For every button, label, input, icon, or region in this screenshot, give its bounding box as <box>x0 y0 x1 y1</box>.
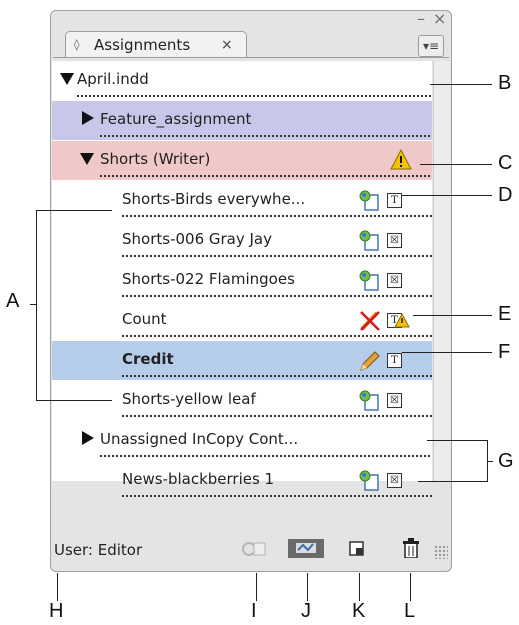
callout-line-c <box>420 164 492 165</box>
story-label: Credit <box>122 350 174 368</box>
update-assignment-button[interactable] <box>287 538 325 558</box>
list-item-unassigned[interactable]: Unassigned InCopy Cont... <box>52 421 432 460</box>
warning-icon <box>390 149 412 170</box>
callout-line-b <box>430 84 492 85</box>
callout-h: H <box>49 600 64 622</box>
callout-g: G <box>498 450 514 472</box>
minimize-button[interactable]: – <box>417 11 425 27</box>
list-item-april-indd[interactable]: April.indd <box>52 61 432 100</box>
document-label: April.indd <box>77 70 149 88</box>
callout-line-f <box>402 352 492 353</box>
callout-b: B <box>498 72 512 94</box>
incopy-story-icon <box>359 270 379 291</box>
list-item-credit[interactable]: Credit T <box>52 341 432 380</box>
new-assignment-button[interactable] <box>348 540 366 560</box>
graphic-content-icon: ☒ <box>387 273 402 288</box>
tab-diamond-icon: ◊ <box>74 38 80 51</box>
tab-assignments[interactable]: ◊ Assignments × <box>65 31 247 58</box>
user-label: User: Editor <box>54 541 143 559</box>
pencil-crossed-icon <box>360 311 380 331</box>
row-divider <box>77 95 432 97</box>
list-item-feature-assignment[interactable]: Feature_assignment <box>52 101 432 140</box>
list-item-gray-jay[interactable]: Shorts-006 Gray Jay ☒ <box>52 221 432 260</box>
assignments-panel: – × ◊ Assignments × ▾≡ April.indd Featur… <box>50 10 452 572</box>
callout-i: I <box>251 600 257 622</box>
callout-line-h <box>57 573 58 601</box>
warning-icon <box>394 313 410 328</box>
callout-line-l <box>410 573 411 601</box>
callout-line-j <box>307 573 308 601</box>
story-label: Shorts-yellow leaf <box>122 390 256 408</box>
graphic-content-icon: ☒ <box>387 233 402 248</box>
row-divider <box>122 255 432 257</box>
row-divider <box>122 415 432 417</box>
tab-label: Assignments <box>94 36 191 54</box>
callout-bracket-a <box>36 210 37 401</box>
vertical-scrollbar[interactable] <box>433 61 450 481</box>
row-divider <box>100 455 432 457</box>
list-item-count[interactable]: Count T <box>52 301 432 340</box>
panel-menu-button[interactable]: ▾≡ <box>418 35 444 57</box>
callout-a: A <box>6 290 20 312</box>
delete-trash-button[interactable] <box>402 538 420 558</box>
tab-divider <box>53 57 449 58</box>
collapse-triangle-icon[interactable] <box>82 111 94 125</box>
callout-k: K <box>352 600 366 622</box>
text-content-icon: T <box>387 193 402 208</box>
callout-j: J <box>301 600 311 622</box>
close-panel-button[interactable]: × <box>433 11 446 27</box>
list-item-news-blackberries[interactable]: News-blackberries 1 ☒ <box>52 461 432 500</box>
story-label: Shorts-022 Flamingoes <box>122 270 295 288</box>
tab-close-icon[interactable]: × <box>221 32 233 58</box>
list-item-shorts-writer[interactable]: Shorts (Writer) <box>52 141 432 180</box>
incopy-story-icon <box>359 470 379 491</box>
text-content-icon: T <box>387 353 402 368</box>
incopy-story-icon <box>359 230 379 251</box>
story-label: Shorts-006 Gray Jay <box>122 230 272 248</box>
story-label: Count <box>122 310 167 328</box>
graphic-content-icon: ☒ <box>387 473 402 488</box>
callout-c: C <box>498 152 513 174</box>
expand-triangle-icon[interactable] <box>80 153 94 165</box>
callout-line-i <box>256 573 257 601</box>
callout-tick-g <box>487 461 493 462</box>
callout-e: E <box>498 303 512 325</box>
callout-d: D <box>498 184 513 206</box>
graphic-content-icon: ☒ <box>387 393 402 408</box>
assignments-list: April.indd Feature_assignment Shorts (Wr… <box>52 61 432 497</box>
callout-line-e <box>413 315 492 316</box>
callout-line-g-top <box>427 440 487 441</box>
list-item-shorts-birds[interactable]: Shorts-Birds everywhe... T <box>52 181 432 220</box>
callout-tick-a <box>30 304 36 305</box>
callout-line-a-top <box>36 210 112 211</box>
row-divider <box>122 495 432 497</box>
pencil-icon <box>360 351 380 371</box>
row-divider <box>100 175 432 177</box>
update-content-button[interactable] <box>239 539 269 559</box>
assignment-label: Feature_assignment <box>100 110 252 128</box>
callout-l: L <box>404 600 416 622</box>
expand-triangle-icon[interactable] <box>60 73 74 85</box>
list-item-flamingoes[interactable]: Shorts-022 Flamingoes ☒ <box>52 261 432 300</box>
row-divider <box>122 295 432 297</box>
callout-f: F <box>498 341 511 363</box>
incopy-story-icon <box>359 390 379 411</box>
story-label: Shorts-Birds everywhe... <box>122 190 306 208</box>
callout-line-d <box>402 195 492 196</box>
assignment-label: Shorts (Writer) <box>100 150 211 168</box>
group-label: Unassigned InCopy Cont... <box>100 430 299 448</box>
callout-line-a-bottom <box>36 400 112 401</box>
incopy-story-icon <box>359 190 379 211</box>
resize-grip[interactable] <box>434 545 448 559</box>
row-divider <box>122 215 432 217</box>
callout-line-k <box>359 573 360 601</box>
collapse-triangle-icon[interactable] <box>82 431 94 445</box>
row-divider <box>122 375 432 377</box>
row-divider <box>122 335 432 337</box>
row-divider <box>100 135 432 137</box>
story-label: News-blackberries 1 <box>122 470 275 488</box>
callout-line-g-bottom <box>418 481 487 482</box>
